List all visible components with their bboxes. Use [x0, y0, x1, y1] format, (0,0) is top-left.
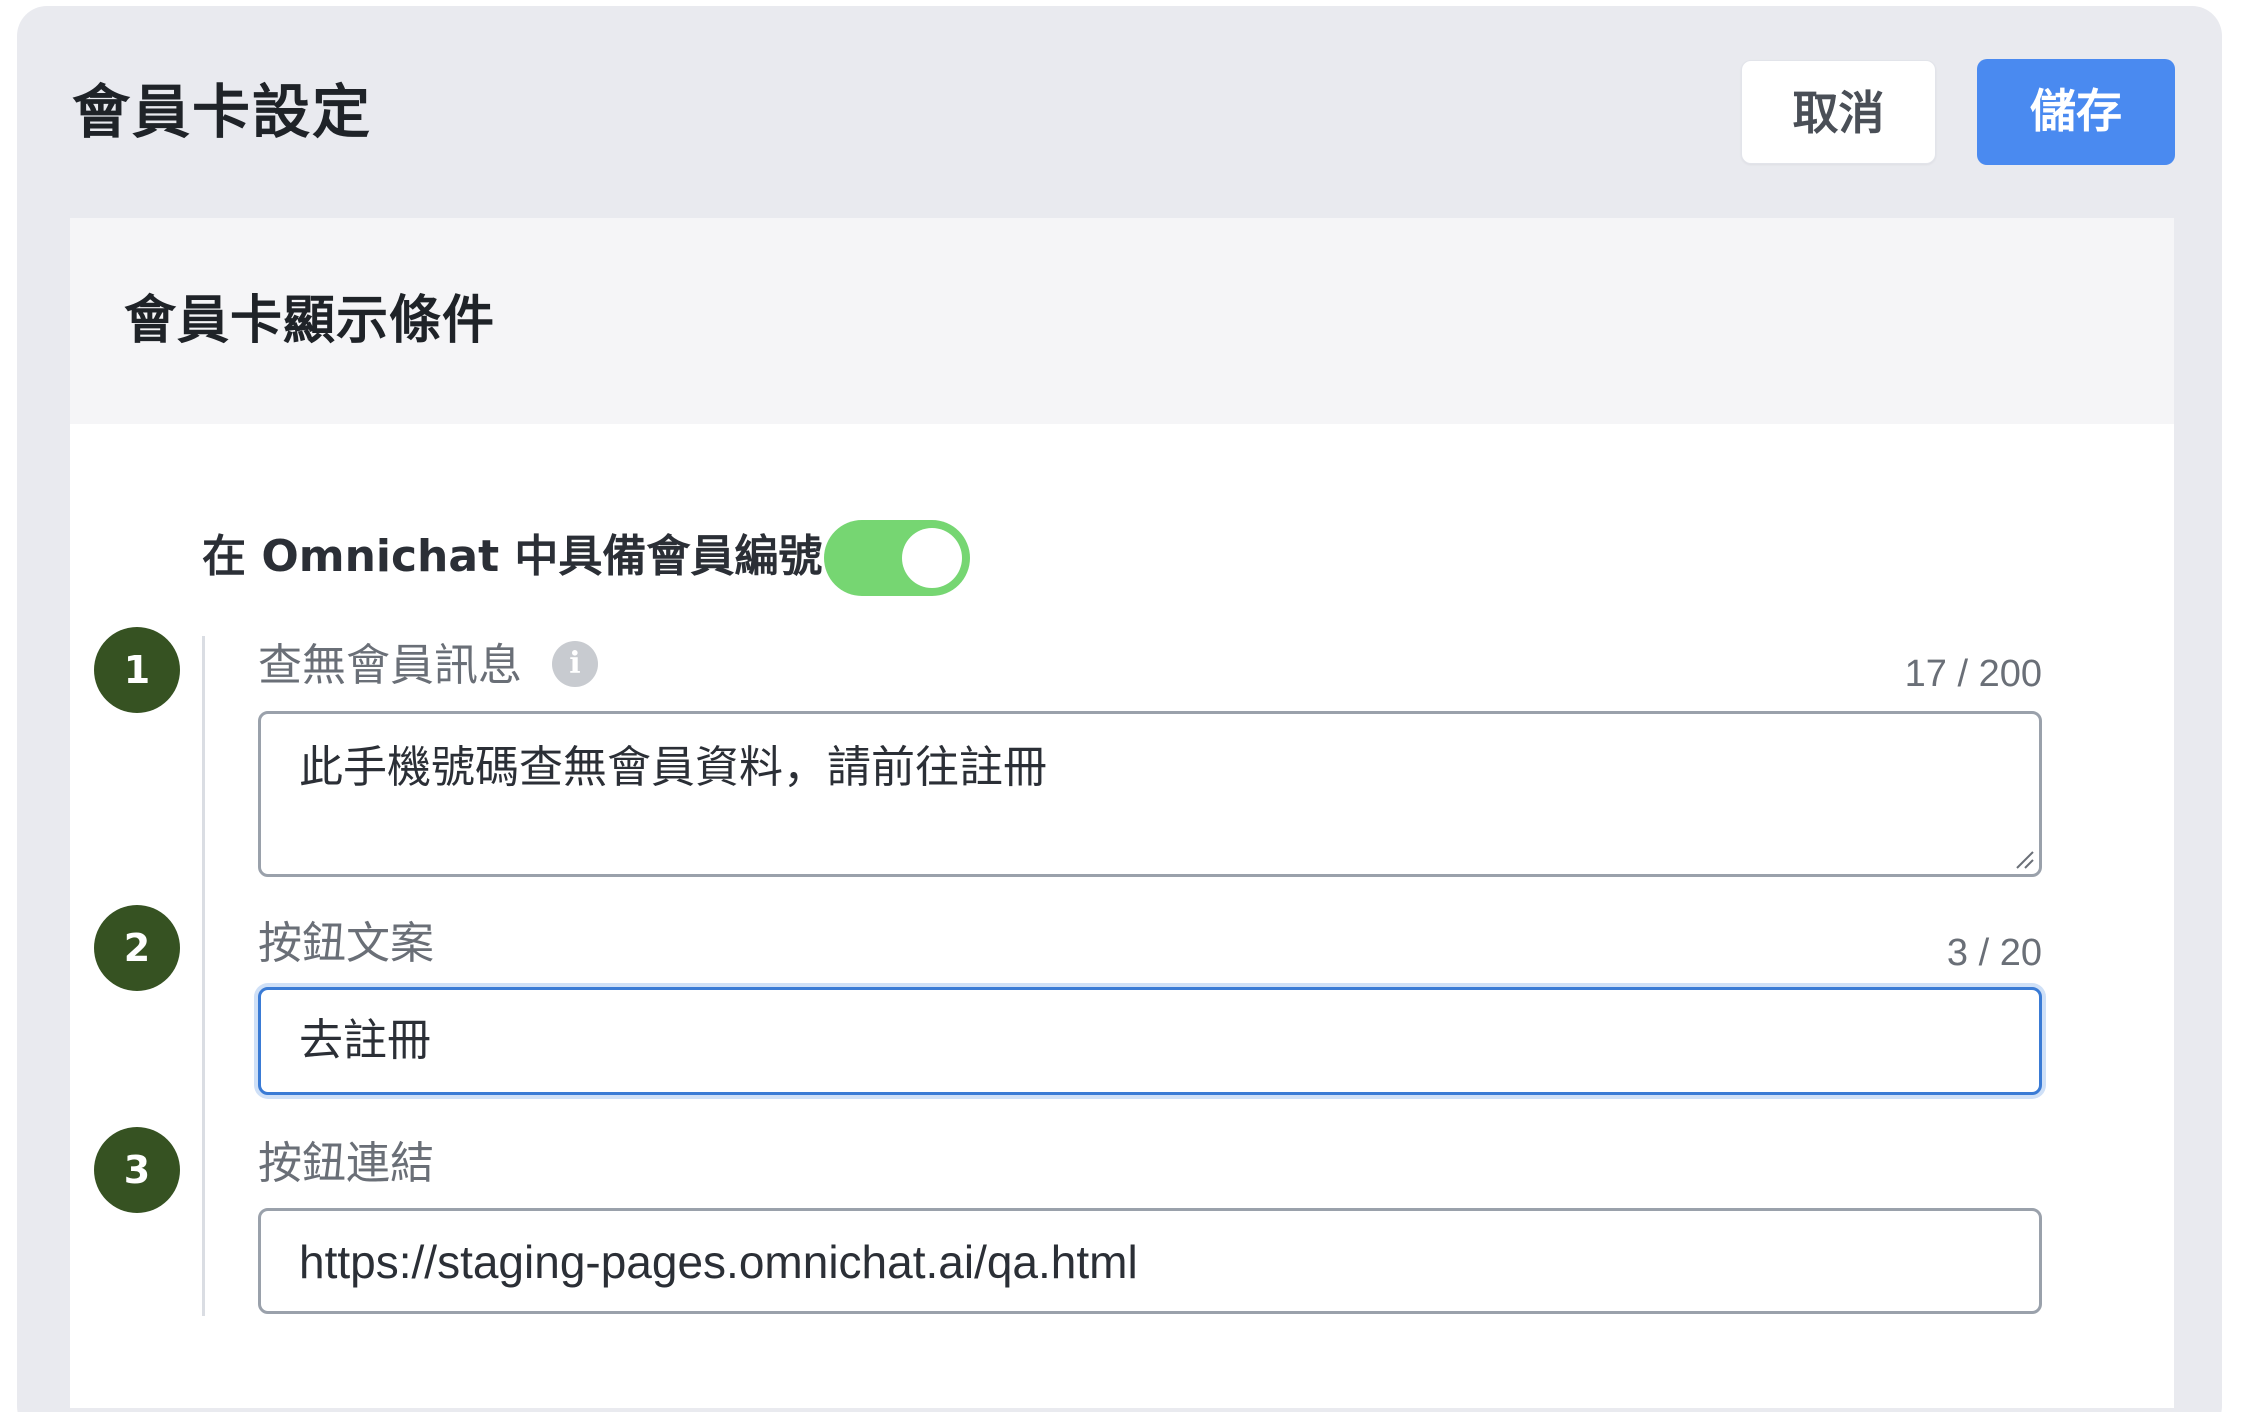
cancel-button[interactable]: 取消	[1741, 60, 1936, 164]
step-badge-3: 3	[94, 1127, 180, 1213]
button-text-input[interactable]: 去註冊	[258, 987, 2042, 1095]
steps-connector-line	[202, 636, 205, 1316]
save-button[interactable]: 儲存	[1977, 59, 2175, 165]
no-member-message-textarea[interactable]: 此手機號碼查無會員資料，請前往註冊	[258, 711, 2042, 877]
page-title: 會員卡設定	[72, 78, 373, 146]
no-member-message-counter: 17 / 200	[1904, 653, 2042, 695]
step-badge-1: 1	[94, 627, 180, 713]
no-member-message-label: 查無會員訊息	[258, 640, 522, 691]
button-link-label: 按鈕連結	[258, 1138, 434, 1189]
button-text-value: 去註冊	[299, 1015, 431, 1066]
section-header: 會員卡顯示條件	[70, 218, 2174, 424]
button-text-counter: 3 / 20	[1946, 932, 2042, 974]
page-canvas: 會員卡設定 取消 儲存 會員卡顯示條件 在 Omnichat 中具備會員編號 1…	[0, 0, 2246, 1412]
button-text-label: 按鈕文案	[258, 918, 434, 969]
no-member-message-value: 此手機號碼查無會員資料，請前往註冊	[299, 742, 1047, 793]
member-number-toggle[interactable]	[824, 520, 970, 596]
step-badge-2: 2	[94, 905, 180, 991]
resize-handle-icon[interactable]	[2011, 846, 2035, 870]
section-title: 會員卡顯示條件	[124, 291, 496, 351]
toggle-knob	[902, 528, 962, 588]
info-icon[interactable]: i	[552, 641, 598, 687]
button-link-input[interactable]: https://staging-pages.omnichat.ai/qa.htm…	[258, 1208, 2042, 1314]
button-link-value: https://staging-pages.omnichat.ai/qa.htm…	[299, 1236, 1138, 1288]
member-number-toggle-label: 在 Omnichat 中具備會員編號	[202, 531, 823, 582]
